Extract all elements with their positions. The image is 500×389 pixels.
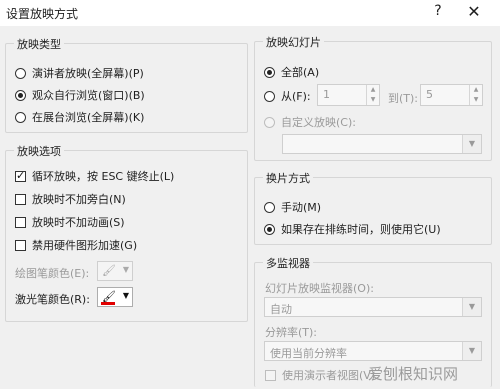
check-loop-label: 循环放映，按 ESC 键终止(L)	[32, 170, 175, 183]
check-no-narration-label: 放映时不加旁白(N)	[32, 193, 126, 206]
help-button[interactable]: ?	[430, 3, 446, 21]
radio-from-slides[interactable]: 从(F):	[264, 88, 311, 104]
slide-monitor-label: 幻灯片放映监视器(O):	[265, 282, 374, 295]
check-no-narration-box[interactable]	[15, 193, 26, 205]
chevron-down-icon[interactable]: ▼	[462, 342, 481, 360]
check-presenter-view-label: 使用演示者视图(V)	[282, 369, 376, 382]
laser-color-label: 激光笔颜色(R):	[15, 293, 90, 306]
from-slide-value: 1	[323, 88, 330, 101]
check-loop[interactable]: 循环放映，按 ESC 键终止(L)	[15, 168, 174, 184]
radio-manual-label: 手动(M)	[281, 201, 322, 214]
check-no-animation-label: 放映时不加动画(S)	[32, 216, 125, 229]
resolution-label: 分辨率(T):	[265, 326, 318, 339]
slides-group: 放映幻灯片 全部(A) 从(F): 1 ▲ ▼ 到(T): 5 ▲ ▼ 自定义放映(…	[254, 34, 492, 161]
radio-from-slides-indicator[interactable]	[264, 90, 275, 102]
dialog-title: 设置放映方式	[6, 7, 79, 21]
radio-browsed-window-label: 观众自行浏览(窗口)(B)	[32, 89, 145, 102]
radio-presenter-label: 演讲者放映(全屏幕)(P)	[32, 67, 144, 80]
pen-color-button[interactable]: 🖌 ▼	[97, 261, 133, 281]
radio-all-slides-indicator[interactable]	[264, 66, 275, 78]
radio-all-slides-label: 全部(A)	[281, 66, 320, 79]
radio-custom-show-indicator[interactable]	[264, 116, 275, 128]
chevron-down-icon: ▼	[122, 291, 129, 300]
show-type-group: 放映类型 演讲者放映(全屏幕)(P) 观众自行浏览(窗口)(B) 在展台浏览(全…	[5, 36, 248, 133]
radio-browsed-window-indicator[interactable]	[15, 89, 26, 101]
resolution-value: 使用当前分辨率	[270, 347, 347, 360]
check-no-animation-box[interactable]	[15, 216, 26, 228]
chevron-down-icon[interactable]: ▼	[462, 298, 481, 316]
radio-manual[interactable]: 手动(M)	[264, 199, 321, 215]
spin-arrows-icon[interactable]: ▲ ▼	[469, 85, 482, 105]
radio-kiosk-indicator[interactable]	[15, 111, 26, 123]
to-slide-spinner[interactable]: 5 ▲ ▼	[420, 84, 483, 106]
slide-monitor-value: 自动	[270, 303, 292, 316]
radio-custom-show[interactable]: 自定义放映(C):	[264, 114, 356, 130]
advance-title: 换片方式	[263, 170, 313, 186]
radio-kiosk-label: 在展台浏览(全屏幕)(K)	[32, 111, 145, 124]
laser-color-swatch	[101, 302, 115, 305]
radio-use-timings[interactable]: 如果存在排练时间，则使用它(U)	[264, 221, 441, 237]
check-disable-hw-label: 禁用硬件图形加速(G)	[32, 239, 138, 252]
radio-use-timings-label: 如果存在排练时间，则使用它(U)	[281, 223, 441, 236]
check-loop-box[interactable]	[15, 169, 26, 183]
title-bar: 设置放映方式 ? ✕	[0, 0, 500, 26]
monitors-title: 多监视器	[263, 255, 313, 271]
radio-presenter[interactable]: 演讲者放映(全屏幕)(P)	[15, 65, 144, 81]
spin-arrows-icon[interactable]: ▲ ▼	[366, 85, 379, 105]
pen-color-label: 绘图笔颜色(E):	[15, 267, 90, 280]
advance-group: 换片方式 手动(M) 如果存在排练时间，则使用它(U)	[254, 170, 492, 245]
check-presenter-view[interactable]: 使用演示者视图(V)	[265, 367, 375, 383]
radio-presenter-indicator[interactable]	[15, 67, 26, 79]
radio-custom-show-label: 自定义放映(C):	[281, 116, 356, 129]
to-slide-value: 5	[426, 88, 433, 101]
check-disable-hw[interactable]: 禁用硬件图形加速(G)	[15, 237, 137, 253]
radio-kiosk[interactable]: 在展台浏览(全屏幕)(K)	[15, 109, 144, 125]
custom-show-dropdown[interactable]: ▼	[282, 134, 482, 154]
laser-color-button[interactable]: 🖌 ▼	[97, 287, 133, 307]
watermark-text: 爱刨根知识网	[368, 365, 459, 383]
check-presenter-view-box[interactable]	[265, 369, 276, 381]
pen-paint-bucket-icon: 🖌	[102, 264, 116, 277]
radio-manual-indicator[interactable]	[264, 201, 275, 213]
to-label: 到(T):	[388, 92, 419, 105]
from-slide-spinner[interactable]: 1 ▲ ▼	[317, 84, 380, 106]
chevron-down-icon: ▼	[122, 265, 129, 274]
slides-title: 放映幻灯片	[263, 34, 324, 50]
show-options-group: 放映选项 循环放映，按 ESC 键终止(L) 放映时不加旁白(N) 放映时不加动…	[5, 143, 248, 322]
chevron-down-icon[interactable]: ▼	[462, 135, 481, 153]
slide-monitor-dropdown[interactable]: 自动 ▼	[264, 297, 482, 317]
radio-browsed-window[interactable]: 观众自行浏览(窗口)(B)	[15, 87, 145, 103]
check-disable-hw-box[interactable]	[15, 239, 26, 251]
close-button[interactable]: ✕	[465, 2, 483, 22]
show-options-title: 放映选项	[14, 143, 64, 159]
show-type-title: 放映类型	[14, 36, 64, 52]
radio-all-slides[interactable]: 全部(A)	[264, 64, 319, 80]
radio-use-timings-indicator[interactable]	[264, 223, 275, 235]
check-no-animation[interactable]: 放映时不加动画(S)	[15, 214, 125, 230]
check-no-narration[interactable]: 放映时不加旁白(N)	[15, 191, 126, 207]
radio-from-label: 从(F):	[281, 90, 311, 103]
resolution-dropdown[interactable]: 使用当前分辨率 ▼	[264, 341, 482, 361]
